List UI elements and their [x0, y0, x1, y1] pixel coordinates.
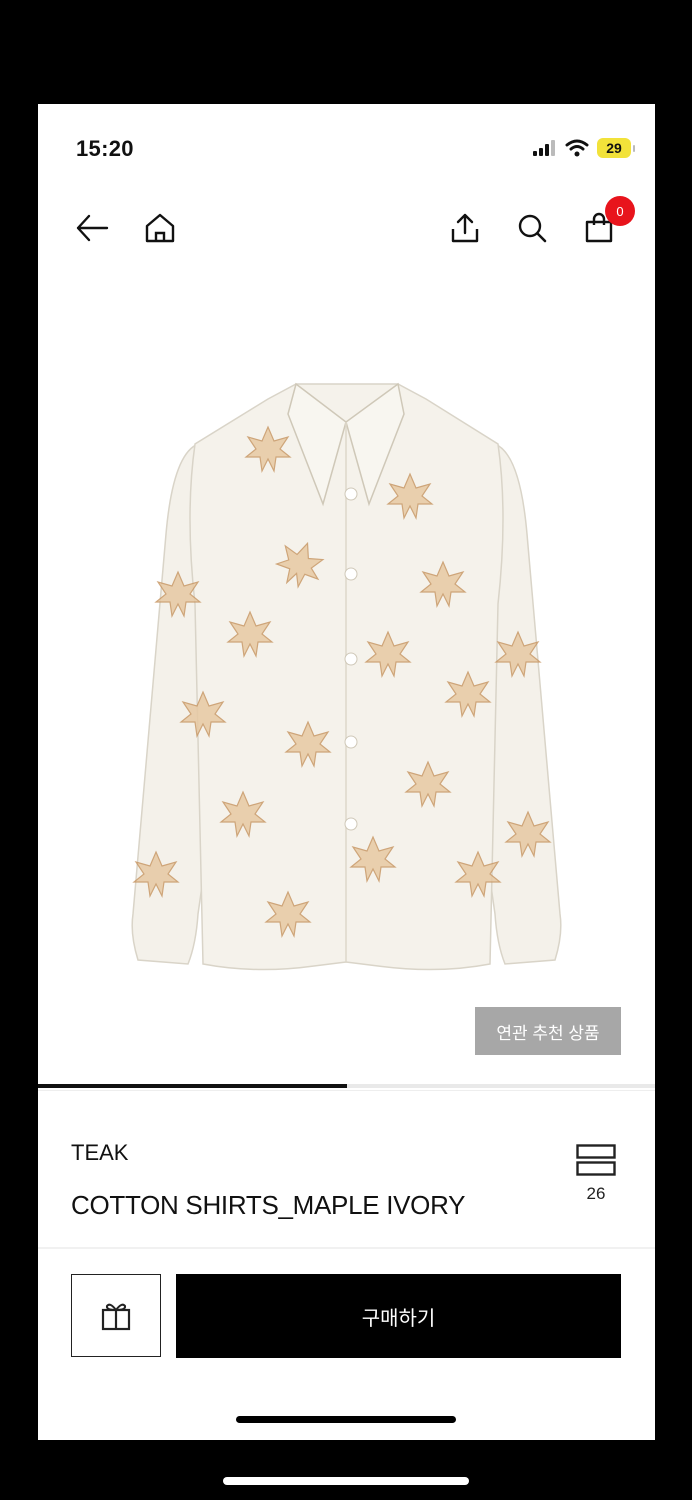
buy-button[interactable]: 구매하기 [176, 1274, 621, 1358]
gallery-progress-bar [38, 1084, 655, 1088]
app-screen: 15:20 29 0 연관 추천 상품 TEAK COTTON SHIRTS_M… [38, 104, 655, 1440]
divider [38, 1247, 655, 1249]
shirt-illustration [131, 382, 562, 971]
gift-button[interactable] [71, 1274, 161, 1357]
cart-count-badge: 0 [605, 196, 635, 226]
share-icon [451, 213, 479, 243]
cart-button[interactable]: 0 [579, 196, 635, 248]
home-indicator [236, 1416, 456, 1423]
divider [38, 1090, 655, 1091]
home-icon [145, 213, 175, 243]
gallery-progress-fill [38, 1084, 347, 1088]
product-image[interactable] [38, 274, 655, 1084]
back-button[interactable] [72, 208, 112, 248]
search-icon [518, 214, 547, 243]
share-button[interactable] [445, 208, 485, 248]
arrow-left-icon [76, 214, 109, 242]
wishlist-icon [576, 1144, 616, 1176]
battery-tip [633, 144, 635, 152]
search-button[interactable] [512, 208, 552, 248]
product-brand[interactable]: TEAK [71, 1140, 128, 1166]
home-button[interactable] [140, 208, 180, 248]
product-name: COTTON SHIRTS_MAPLE IVORY [71, 1190, 466, 1220]
wifi-icon [565, 139, 589, 157]
status-icons: 29 [533, 138, 635, 158]
gift-icon [101, 1303, 131, 1330]
outer-home-indicator [223, 1477, 469, 1485]
wishlist-count: 26 [586, 1184, 606, 1203]
battery-icon: 29 [597, 138, 631, 158]
wishlist-button[interactable]: 26 [574, 1144, 618, 1204]
related-products-button[interactable]: 연관 추천 상품 [475, 1007, 621, 1055]
status-time: 15:20 [76, 136, 134, 161]
signal-icon [533, 140, 555, 156]
